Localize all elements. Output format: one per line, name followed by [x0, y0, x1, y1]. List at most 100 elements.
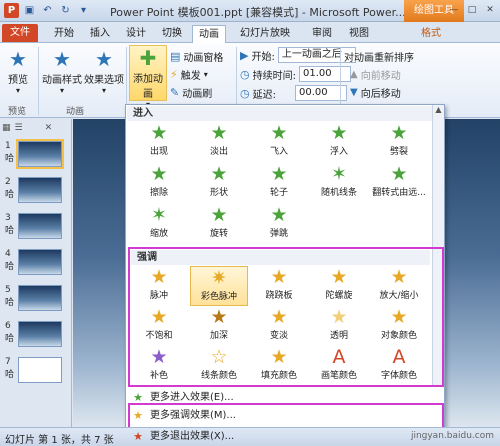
- slide-thumbnail[interactable]: [18, 249, 62, 275]
- duration-row: ◷ 持续时间: 01.00: [240, 66, 351, 82]
- minimize-button[interactable]: —: [446, 2, 462, 17]
- animation-styles-button[interactable]: ★ 动画样式 ▾: [42, 47, 82, 95]
- star-icon: ★: [270, 163, 288, 185]
- animation-pane-button[interactable]: ▤ 动画窗格: [170, 49, 223, 64]
- entrance-wheel[interactable]: ★ 轮子: [250, 163, 308, 203]
- entrance-appear[interactable]: ★ 出现: [130, 122, 188, 162]
- ribbon-tabs: 文件 开始 插入 设计 切换 动画 幻灯片放映 审阅 视图 格式: [0, 22, 500, 43]
- group-animation-label: 动画: [66, 107, 85, 117]
- trigger-button[interactable]: ⚡ 触发 ▾: [170, 67, 208, 82]
- entrance-fly-in[interactable]: ★ 飞入: [250, 122, 308, 162]
- delay-row: ◷ 延迟: 00.00: [240, 85, 347, 101]
- slide-number: 6哈: [5, 321, 15, 344]
- ribbon-separator: [38, 47, 39, 115]
- slides-tab-icon[interactable]: ▦: [2, 123, 11, 133]
- star-icon: ★: [270, 122, 288, 144]
- slide-thumbnail[interactable]: [18, 177, 62, 203]
- entrance-grow-turn[interactable]: ★ 翻转式由远...: [370, 163, 428, 203]
- move-later-label: 向后移动: [360, 89, 401, 100]
- outline-tab-icon[interactable]: ☰: [15, 123, 23, 133]
- move-earlier-button[interactable]: ▲ 向前移动: [350, 67, 401, 82]
- animation-painter-label: 动画刷: [182, 89, 213, 100]
- move-earlier-label: 向前移动: [360, 71, 401, 82]
- slide-number: 5哈: [5, 285, 15, 308]
- effect-options-label: 效果选项: [84, 75, 124, 86]
- star-icon: ★: [210, 122, 228, 144]
- title-bar: P ▣ ↶ ↻ ▾ Power Point 模板001.ppt [兼容模式] -…: [0, 0, 500, 22]
- star-icon: ★: [210, 163, 228, 185]
- maximize-button[interactable]: □: [464, 2, 480, 17]
- duration-input[interactable]: 01.00: [298, 66, 351, 82]
- powerpoint-logo-icon[interactable]: P: [4, 3, 19, 18]
- preview-button[interactable]: ★ 预览 ▾: [4, 47, 32, 95]
- entrance-fade[interactable]: ★ 淡出: [190, 122, 248, 162]
- add-animation-button[interactable]: ✚ 添加动画 ▾: [129, 45, 167, 109]
- entrance-bounce[interactable]: ★ 弹跳: [250, 204, 308, 244]
- entrance-zoom[interactable]: ✶ 缩放: [130, 204, 188, 244]
- delay-label: 延迟:: [252, 89, 276, 101]
- arrow-up-icon: ▲: [350, 69, 358, 80]
- more-emphasis-effects[interactable]: ★ 更多强调效果(M)...: [132, 409, 432, 423]
- undo-icon[interactable]: ↶: [40, 3, 55, 18]
- add-animation-label: 添加动画: [133, 74, 163, 100]
- slide-thumbnail[interactable]: [18, 285, 62, 311]
- star-icon: ★: [390, 122, 408, 144]
- slide-number: 3哈: [5, 213, 15, 236]
- redo-icon[interactable]: ↻: [58, 3, 73, 18]
- more-exit-effects[interactable]: ★ 更多退出效果(X)...: [132, 430, 432, 444]
- move-later-button[interactable]: ▼ 向后移动: [350, 85, 401, 100]
- slide-thumbnail[interactable]: [16, 139, 64, 169]
- emphasis-highlight-box: [128, 247, 444, 387]
- slide-number: 2哈: [5, 177, 15, 200]
- tab-design[interactable]: 设计: [120, 25, 152, 43]
- group-preview-label: 预览: [8, 107, 27, 117]
- exit-star-icon: ★: [133, 430, 143, 443]
- entrance-float-in[interactable]: ★ 浮入: [310, 122, 368, 162]
- tab-format[interactable]: 格式: [415, 25, 447, 43]
- tab-transitions[interactable]: 切换: [156, 25, 188, 43]
- effect-options-button[interactable]: ★ 效果选项 ▾: [84, 47, 124, 95]
- painter-brush-icon: ✎: [170, 86, 180, 99]
- panel-tabs: ▦ ☰ ✕: [2, 121, 70, 135]
- tab-slideshow[interactable]: 幻灯片放映: [234, 25, 296, 43]
- tab-file[interactable]: 文件: [2, 24, 38, 42]
- entrance-wipe[interactable]: ★ 擦除: [130, 163, 188, 203]
- star-icon: ✶: [151, 204, 167, 226]
- entrance-swivel[interactable]: ★ 旋转: [190, 204, 248, 244]
- animation-pane-label: 动画窗格: [183, 53, 224, 64]
- preview-star-icon: ★: [9, 47, 27, 71]
- tab-home[interactable]: 开始: [48, 25, 80, 43]
- tab-animations[interactable]: 动画: [192, 25, 226, 43]
- animation-styles-star-icon: ★: [53, 47, 71, 71]
- chevron-up-icon[interactable]: ▲: [433, 105, 444, 114]
- emphasis-star-icon: ★: [133, 409, 143, 422]
- tab-view[interactable]: 视图: [343, 25, 375, 43]
- animation-styles-label: 动画样式: [42, 75, 82, 86]
- entrance-shape[interactable]: ★ 形状: [190, 163, 248, 203]
- effect-options-star-icon: ★: [95, 47, 113, 71]
- slide-number: 1哈: [5, 141, 15, 164]
- chevron-down-icon: ▾: [101, 86, 106, 95]
- entrance-random-bars[interactable]: ✶ 随机线条: [310, 163, 368, 203]
- animation-pane-icon: ▤: [170, 50, 181, 63]
- quick-access-toolbar: P ▣ ↶ ↻ ▾: [4, 3, 91, 18]
- entrance-split[interactable]: ★ 劈裂: [370, 122, 428, 162]
- slide-thumbnail[interactable]: [18, 357, 62, 383]
- animation-painter-button[interactable]: ✎ 动画刷: [170, 85, 212, 100]
- save-icon[interactable]: ▣: [22, 3, 37, 18]
- slide-thumbnail[interactable]: [18, 213, 62, 239]
- window-title: Power Point 模板001.ppt [兼容模式] - Microsoft…: [110, 6, 406, 19]
- star-icon: ★: [330, 122, 348, 144]
- chevron-down-icon: ▾: [203, 70, 208, 79]
- clock-icon: ◷: [240, 86, 250, 100]
- add-animation-star-icon: ✚: [139, 46, 157, 70]
- slide-thumbnail[interactable]: [18, 321, 62, 347]
- star-icon: ★: [150, 163, 168, 185]
- start-row: ▶ 开始: 上一动画之后: [240, 47, 356, 63]
- close-icon[interactable]: ✕: [45, 123, 53, 133]
- customize-icon[interactable]: ▾: [76, 3, 91, 18]
- tab-review[interactable]: 审阅: [306, 25, 338, 43]
- slide-number: 4哈: [5, 249, 15, 272]
- tab-insert[interactable]: 插入: [84, 25, 116, 43]
- close-button[interactable]: ✕: [482, 2, 498, 17]
